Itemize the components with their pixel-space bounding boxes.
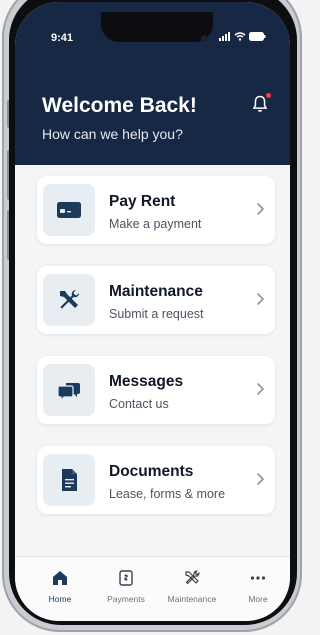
more-icon — [250, 576, 266, 580]
credit-card-icon — [57, 202, 81, 218]
pay-rent-card[interactable]: Pay Rent Make a payment — [37, 176, 275, 244]
status-icons — [219, 32, 266, 41]
wifi-icon — [234, 32, 246, 41]
card-title: Documents — [109, 463, 194, 480]
card-icon-box — [43, 184, 95, 236]
nav-item-home[interactable]: Home — [31, 569, 89, 611]
status-time: 9:41 — [51, 32, 74, 44]
nav-label: Payments — [107, 594, 145, 604]
status-bar: 9:41 — [15, 2, 290, 52]
nav-item-maintenance[interactable]: Maintenance — [163, 569, 221, 611]
chevron-right-icon — [257, 203, 265, 215]
card-icon-box — [43, 364, 95, 416]
notification-dot — [266, 93, 271, 98]
card-icon-box — [43, 454, 95, 506]
battery-icon — [249, 32, 266, 41]
home-icon — [53, 571, 67, 585]
app-header: 9:41 Welcome Back! How can we help you? — [15, 2, 290, 165]
nav-label: More — [248, 594, 268, 604]
receipt-icon — [119, 570, 133, 586]
document-icon — [62, 469, 77, 491]
card-title: Pay Rent — [109, 193, 176, 210]
nav-item-more[interactable]: More — [229, 569, 287, 611]
card-title: Maintenance — [109, 283, 203, 300]
card-subtitle: Lease, forms & more — [109, 487, 226, 501]
chat-bubbles-icon — [57, 383, 80, 402]
card-subtitle: Submit a request — [109, 307, 204, 321]
documents-card[interactable]: Documents Lease, forms & more — [37, 446, 275, 514]
notch — [101, 12, 213, 42]
maintenance-card[interactable]: Maintenance Submit a request — [37, 266, 275, 334]
chevron-right-icon — [257, 473, 265, 485]
messages-card[interactable]: Messages Contact us — [37, 356, 275, 424]
card-subtitle: Contact us — [109, 397, 169, 411]
tools-icon — [185, 570, 200, 585]
tools-icon — [60, 290, 79, 309]
card-icon-box — [43, 274, 95, 326]
card-subtitle: Make a payment — [109, 217, 202, 231]
camera-dot — [201, 35, 208, 42]
nav-item-payments[interactable]: Payments — [97, 569, 155, 611]
signal-icon — [219, 32, 230, 41]
welcome-title: Welcome Back! — [42, 94, 197, 117]
chevron-right-icon — [257, 383, 265, 395]
welcome-subtitle: How can we help you? — [42, 126, 183, 142]
chevron-right-icon — [257, 293, 265, 305]
app-screen: 9:41 Welcome Back! How can we help you? … — [15, 2, 290, 621]
nav-label: Home — [48, 594, 72, 604]
card-title: Messages — [109, 373, 184, 390]
nav-label: Maintenance — [167, 594, 217, 604]
bottom-nav: Home Payments Maintenance More — [15, 556, 290, 621]
